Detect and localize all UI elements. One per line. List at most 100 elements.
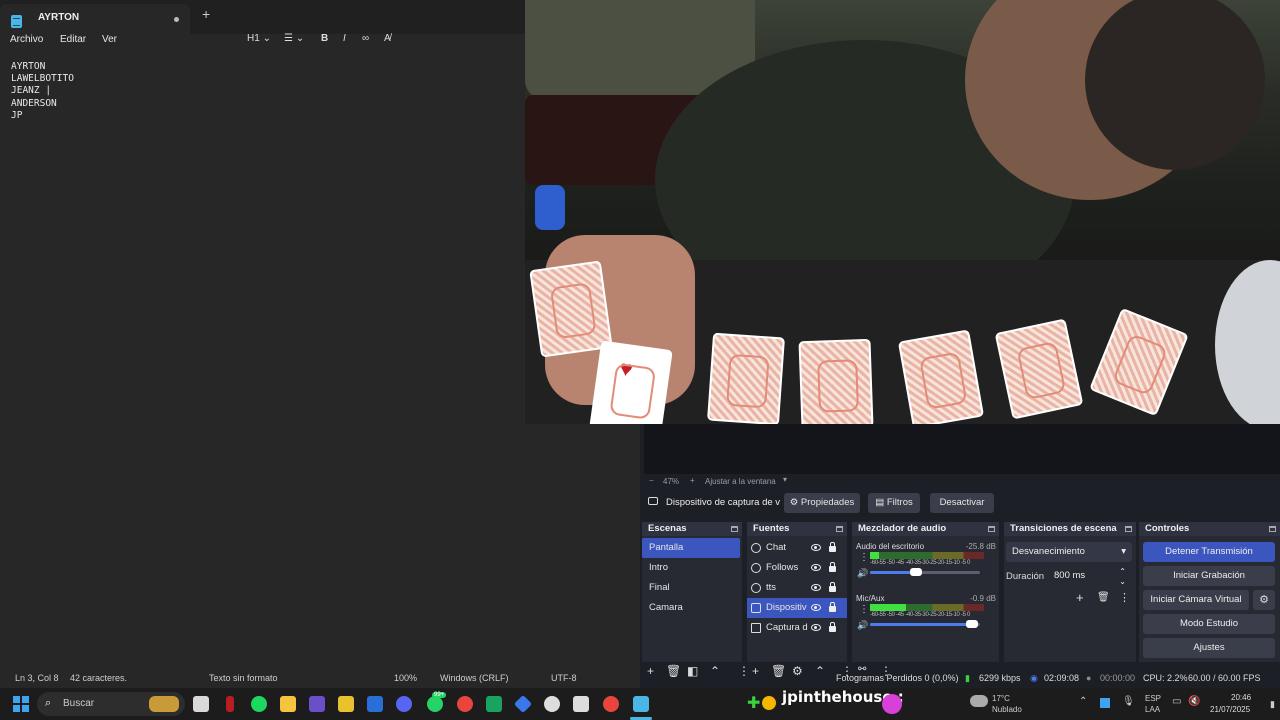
- clear-format-icon[interactable]: A̸: [384, 33, 391, 44]
- keyboard-layout[interactable]: LAA: [1145, 705, 1160, 714]
- volume-slider[interactable]: [870, 568, 980, 576]
- tray-app-icon[interactable]: [1100, 698, 1110, 708]
- deactivate-button[interactable]: Desactivar: [930, 493, 994, 513]
- eye-icon[interactable]: [811, 584, 821, 591]
- lock-icon[interactable]: [829, 622, 836, 632]
- notepad-text-area[interactable]: AYRTON LAWELBOTITO JEANZ | ANDERSON JP: [11, 61, 74, 122]
- stop-stream-button[interactable]: Detener Transmisión: [1143, 542, 1275, 562]
- source-item[interactable]: tts: [747, 578, 847, 598]
- link-icon[interactable]: ∞: [362, 33, 369, 44]
- duration-input[interactable]: 800 ms ⌃ ⌄: [1048, 566, 1128, 586]
- file-explorer-icon[interactable]: [280, 696, 296, 712]
- source-item[interactable]: Captura d: [747, 618, 847, 638]
- menu-editar[interactable]: Editar: [60, 34, 86, 45]
- virtual-camera-settings-gear-icon[interactable]: ⚙: [1253, 590, 1275, 610]
- eye-icon[interactable]: [811, 604, 821, 611]
- settings-button[interactable]: Ajustes: [1143, 638, 1275, 658]
- list-dropdown-icon[interactable]: ☰ ⌄: [284, 33, 304, 44]
- volume-knob[interactable]: [910, 568, 923, 576]
- source-item[interactable]: Follows: [747, 558, 847, 578]
- obs-icon[interactable]: [544, 696, 560, 712]
- app-icon-box[interactable]: [573, 696, 589, 712]
- virtual-camera-button[interactable]: Iniciar Cámara Virtual: [1143, 590, 1249, 610]
- notepad-icon[interactable]: [633, 696, 649, 712]
- volume-muted-icon[interactable]: 🔇: [1188, 696, 1200, 707]
- menu-ver[interactable]: Ver: [102, 34, 117, 45]
- app-icon-green[interactable]: [486, 696, 502, 712]
- notepad-tab-title: AYRTON: [38, 12, 80, 23]
- eye-icon[interactable]: [811, 564, 821, 571]
- scene-item-pantalla[interactable]: Pantalla: [642, 538, 740, 558]
- new-tab-plus-icon[interactable]: +: [202, 6, 210, 22]
- source-item[interactable]: Chat: [747, 538, 847, 558]
- lock-icon[interactable]: [829, 602, 836, 612]
- trash-icon[interactable]: 🗑: [1097, 592, 1110, 603]
- zoom-level[interactable]: 100%: [394, 673, 417, 683]
- monitor-icon[interactable]: ▭: [1172, 696, 1181, 707]
- properties-button[interactable]: ⚙ Propiedades: [784, 493, 860, 513]
- clock-date[interactable]: 21/07/2025: [1210, 705, 1250, 714]
- obs-preview[interactable]: [644, 424, 1280, 474]
- encoding[interactable]: UTF-8: [551, 673, 577, 683]
- scene-item-intro[interactable]: Intro: [642, 558, 742, 578]
- fit-window[interactable]: Ajustar a la ventana: [705, 477, 776, 486]
- weather-temp[interactable]: 17°C: [992, 694, 1010, 703]
- cloud-icon[interactable]: [970, 695, 988, 707]
- heading-dropdown[interactable]: H1 ⌄: [247, 33, 271, 44]
- volume-slider[interactable]: [870, 620, 980, 628]
- more-icon[interactable]: ⋮: [859, 552, 869, 563]
- source-item[interactable]: Dispositiv: [747, 598, 847, 618]
- more-icon[interactable]: ⋮: [1119, 591, 1130, 604]
- speaker-icon[interactable]: 🔊: [857, 568, 868, 579]
- lock-icon[interactable]: [829, 562, 836, 572]
- dock-menu-icon[interactable]: [836, 526, 843, 532]
- lock-icon[interactable]: [829, 582, 836, 592]
- spin-down-icon[interactable]: ⌄: [1119, 572, 1126, 592]
- netflix-icon[interactable]: [226, 696, 234, 712]
- eye-icon[interactable]: [811, 544, 821, 551]
- more-icon[interactable]: ⋮: [859, 604, 869, 615]
- lock-icon[interactable]: [829, 542, 836, 552]
- zoom-in-icon[interactable]: +: [690, 476, 695, 485]
- taskbar-search[interactable]: ⌕ Buscar: [37, 692, 185, 716]
- app-icon[interactable]: [309, 696, 325, 712]
- windows-start-icon[interactable]: [13, 696, 29, 712]
- bold-icon[interactable]: B: [321, 33, 328, 44]
- sticky-notes-icon[interactable]: [338, 696, 354, 712]
- speaker-icon[interactable]: 🔊: [857, 620, 868, 631]
- text-format[interactable]: Texto sin formato: [209, 673, 278, 683]
- vs-code-icon[interactable]: [513, 694, 533, 714]
- studio-mode-button[interactable]: Modo Estudio: [1143, 614, 1275, 634]
- clock-time[interactable]: 20:46: [1231, 693, 1251, 702]
- task-view-icon[interactable]: [193, 696, 209, 712]
- unsaved-dot-icon[interactable]: [174, 17, 179, 22]
- language-code[interactable]: ESP: [1145, 694, 1161, 703]
- chrome-icon[interactable]: [457, 696, 473, 712]
- eye-icon[interactable]: [811, 624, 821, 631]
- volume-knob[interactable]: [966, 620, 979, 628]
- fit-dropdown-icon[interactable]: ▾: [783, 475, 787, 484]
- whatsapp-icon[interactable]: [427, 696, 443, 712]
- start-recording-button[interactable]: Iniciar Grabación: [1143, 566, 1275, 586]
- scene-item-final[interactable]: Final: [642, 578, 742, 598]
- transition-select[interactable]: Desvanecimiento ▾: [1006, 542, 1132, 562]
- dock-menu-icon[interactable]: [1269, 526, 1276, 532]
- chevron-up-icon[interactable]: ⌃: [1079, 696, 1087, 707]
- menu-archivo[interactable]: Archivo: [10, 34, 43, 45]
- notifications-icon[interactable]: ▮: [1270, 699, 1275, 710]
- dock-menu-icon[interactable]: [731, 526, 738, 532]
- filters-button[interactable]: ▤ Filtros: [868, 493, 920, 513]
- add-transition-icon[interactable]: +: [1076, 590, 1084, 605]
- chrome-icon[interactable]: [603, 696, 619, 712]
- scene-item-camara[interactable]: Camara: [642, 598, 742, 618]
- zoom-out-icon[interactable]: −: [649, 476, 654, 485]
- microphone-icon[interactable]: 🎙: [1122, 696, 1135, 707]
- dock-menu-icon[interactable]: [988, 526, 995, 532]
- spotify-icon[interactable]: [251, 696, 267, 712]
- line-ending[interactable]: Windows (CRLF): [440, 673, 509, 683]
- discord-icon[interactable]: [396, 696, 412, 712]
- italic-icon[interactable]: I: [343, 33, 346, 44]
- cube-app-icon[interactable]: [367, 696, 383, 712]
- weather-desc[interactable]: Nublado: [992, 705, 1022, 714]
- dock-menu-icon[interactable]: [1125, 526, 1132, 532]
